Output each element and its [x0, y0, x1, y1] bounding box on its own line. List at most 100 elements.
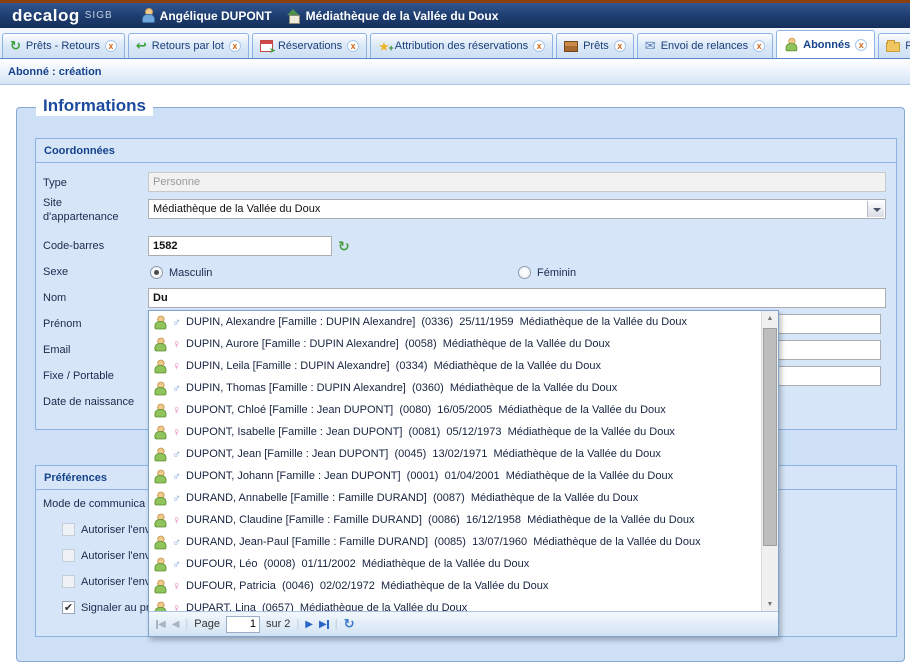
- gender-icon: [171, 579, 182, 593]
- page-of-label: sur 2: [266, 618, 290, 630]
- calendar-icon: [260, 40, 273, 52]
- scrollbar[interactable]: ▲ ▼: [761, 311, 778, 613]
- tab-prets-retours[interactable]: Prêts - Retours: [2, 33, 125, 58]
- list-item[interactable]: DUPONT, Jean [Famille : Jean DUPONT] (00…: [149, 443, 778, 465]
- gender-icon: [171, 535, 182, 549]
- codebarres-field[interactable]: [148, 236, 332, 256]
- person-icon: [154, 425, 167, 439]
- list-item[interactable]: DURAND, Claudine [Famille : Famille DURA…: [149, 509, 778, 531]
- tab-regroupement[interactable]: Regroupem: [878, 33, 910, 58]
- current-site-name: Médiathèque de la Vallée du Doux: [306, 9, 499, 23]
- folder-icon: [886, 42, 900, 52]
- autoriser-envoi-3-checkbox: [62, 575, 75, 588]
- user-icon: [141, 8, 155, 23]
- close-icon[interactable]: [347, 40, 359, 52]
- person-icon: [154, 535, 167, 549]
- gender-icon: [171, 425, 182, 439]
- chest-icon: [564, 41, 578, 52]
- list-item[interactable]: DUPONT, Isabelle [Famille : Jean DUPONT]…: [149, 421, 778, 443]
- current-user-name: Angélique DUPONT: [160, 9, 272, 23]
- app-logo-suffix: SIGB: [85, 10, 113, 21]
- tab-bar: Prêts - Retours Retours par lot Réservat…: [0, 28, 910, 59]
- gender-icon: [171, 447, 182, 461]
- tab-attribution-reservations[interactable]: Attribution des réservations: [370, 33, 553, 58]
- page-label: Page: [194, 618, 220, 630]
- list-item-text: DURAND, Jean-Paul [Famille : Famille DUR…: [186, 536, 701, 548]
- list-item[interactable]: DURAND, Jean-Paul [Famille : Famille DUR…: [149, 531, 778, 553]
- radio-feminin[interactable]: [518, 266, 531, 279]
- list-item-text: DUPONT, Chloé [Famille : Jean DUPONT] (0…: [186, 404, 666, 416]
- last-page-button[interactable]: ▶: [319, 619, 329, 630]
- mode-communication-label: Mode de communica: [43, 498, 145, 510]
- person-icon: [154, 579, 167, 593]
- list-item[interactable]: DUPIN, Alexandre [Famille : DUPIN Alexan…: [149, 311, 778, 333]
- close-icon[interactable]: [855, 39, 867, 51]
- person-icon: [154, 557, 167, 571]
- refresh-icon[interactable]: [344, 616, 355, 632]
- list-item-text: DUFOUR, Léo (0008) 01/11/2002 Médiathèqu…: [186, 558, 529, 570]
- person-icon: [154, 491, 167, 505]
- next-page-button[interactable]: ▶: [305, 619, 313, 630]
- close-icon[interactable]: [105, 40, 117, 52]
- tab-label: Abonnés: [803, 39, 850, 51]
- site-select-value: Médiathèque de la Vallée du Doux: [153, 203, 320, 215]
- app-logo: decalog: [12, 6, 80, 26]
- email-label: Email: [43, 344, 71, 356]
- gender-icon: [171, 469, 182, 483]
- home-icon: [286, 9, 301, 23]
- separator: |: [185, 618, 188, 630]
- close-icon[interactable]: [533, 40, 545, 52]
- undo-arrow-icon: [136, 38, 147, 54]
- previous-page-button: ◀: [172, 619, 180, 630]
- gender-icon: [171, 359, 182, 373]
- first-page-button: ◀: [156, 619, 166, 630]
- tab-prets[interactable]: Prêts: [556, 33, 634, 58]
- separator: |: [335, 618, 338, 630]
- list-item-text: DUPONT, Johann [Famille : Jean DUPONT] (…: [186, 470, 673, 482]
- list-item-text: DURAND, Claudine [Famille : Famille DURA…: [186, 514, 694, 526]
- scrollbar-thumb[interactable]: [763, 328, 777, 546]
- topbar: decalog SIGB Angélique DUPONT Médiathèqu…: [0, 3, 910, 28]
- breadcrumb: Abonné : création: [0, 60, 910, 85]
- list-item[interactable]: DUPONT, Chloé [Famille : Jean DUPONT] (0…: [149, 399, 778, 421]
- nom-field[interactable]: [148, 288, 886, 308]
- person-icon: [154, 447, 167, 461]
- radio-masculin[interactable]: [150, 266, 163, 279]
- gender-icon: [171, 491, 182, 505]
- type-field: [148, 172, 886, 192]
- star-plus-icon: [378, 40, 390, 53]
- list-item[interactable]: DUFOUR, Patricia (0046) 02/02/1972 Média…: [149, 575, 778, 597]
- type-label: Type: [43, 177, 67, 189]
- list-item-text: DUPIN, Leila [Famille : DUPIN Alexandre]…: [186, 360, 601, 372]
- list-item-text: DUPONT, Isabelle [Famille : Jean DUPONT]…: [186, 426, 675, 438]
- date-naissance-label: Date de naissance: [43, 396, 134, 408]
- list-item[interactable]: DUPIN, Thomas [Famille : DUPIN Alexandre…: [149, 377, 778, 399]
- person-icon: [154, 513, 167, 527]
- chevron-down-icon[interactable]: [867, 201, 884, 217]
- tab-label: Réservations: [278, 40, 342, 52]
- list-item[interactable]: DURAND, Annabelle [Famille : Famille DUR…: [149, 487, 778, 509]
- list-item-text: DUPIN, Thomas [Famille : DUPIN Alexandre…: [186, 382, 617, 394]
- gender-icon: [171, 315, 182, 329]
- close-icon[interactable]: [229, 40, 241, 52]
- page-number-input[interactable]: [226, 616, 260, 633]
- application-window: decalog SIGB Angélique DUPONT Médiathèqu…: [0, 0, 910, 670]
- list-item[interactable]: DUFOUR, Léo (0008) 01/11/2002 Médiathèqu…: [149, 553, 778, 575]
- list-item[interactable]: DUPIN, Aurore [Famille : DUPIN Alexandre…: [149, 333, 778, 355]
- site-select[interactable]: Médiathèque de la Vallée du Doux: [148, 199, 886, 219]
- tab-envoi-relances[interactable]: Envoi de relances: [637, 33, 773, 58]
- close-icon[interactable]: [753, 40, 765, 52]
- tab-abonnes[interactable]: Abonnés: [776, 30, 875, 58]
- autoriser-envoi-1-checkbox: [62, 523, 75, 536]
- signaler-au-pret-checkbox[interactable]: [62, 601, 75, 614]
- scroll-up-icon[interactable]: ▲: [762, 311, 778, 327]
- site-label-line2: d'appartenance: [43, 211, 119, 223]
- list-item[interactable]: DUPIN, Leila [Famille : DUPIN Alexandre]…: [149, 355, 778, 377]
- list-item[interactable]: DUPONT, Johann [Famille : Jean DUPONT] (…: [149, 465, 778, 487]
- tab-label: Regroupem: [905, 40, 910, 52]
- tab-reservations[interactable]: Réservations: [252, 33, 367, 58]
- tab-retours-par-lot[interactable]: Retours par lot: [128, 33, 249, 58]
- person-icon: [154, 381, 167, 395]
- regenerate-barcode-icon[interactable]: [338, 238, 350, 255]
- close-icon[interactable]: [614, 40, 626, 52]
